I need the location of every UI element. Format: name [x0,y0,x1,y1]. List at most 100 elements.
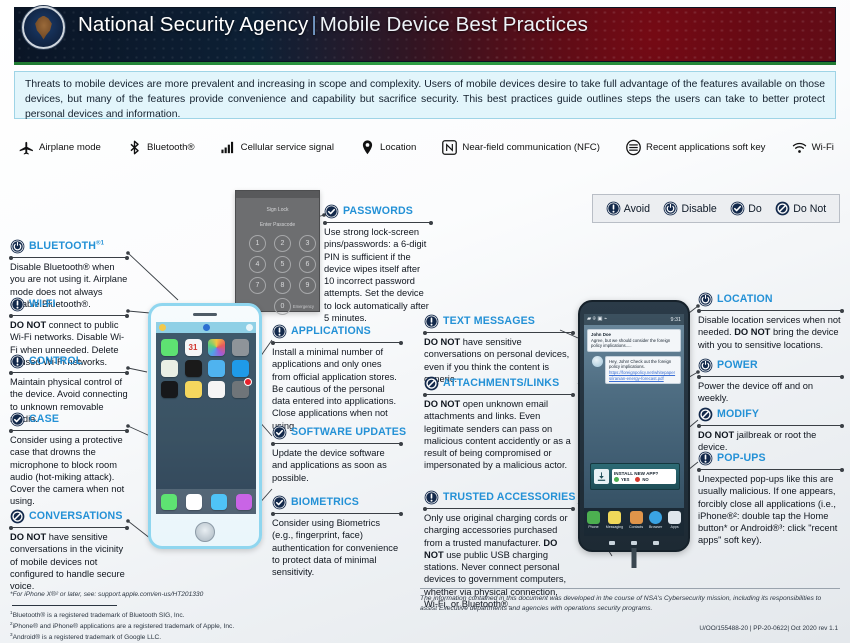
keypad-key[interactable]: 5 [274,256,291,273]
popup-yes-button[interactable]: YES [614,477,629,483]
tip-divider [9,525,129,530]
malicious-link[interactable]: https://foreignpolicy.net/whitepapers/ir… [609,370,677,381]
clock-app-icon[interactable] [184,360,202,377]
settings-badge [243,378,252,386]
install-app-popup[interactable]: INSTALL NEW APP? YES NO [590,463,680,490]
android-status-time: 9:31 [670,316,682,323]
wifi-icon [792,142,806,153]
camera-app-icon[interactable] [231,339,249,356]
maps-app-icon[interactable] [161,360,178,377]
iphone-app-grid: 31 [156,333,256,398]
safari-dock-icon[interactable] [185,493,202,510]
keypad-key[interactable]: 2 [274,235,291,252]
tip-modify: MODIFY DO NOT jailbreak or root the devi… [697,406,844,454]
tip-divider [697,374,844,379]
tip-divider [9,255,129,260]
keypad-key[interactable]: 4 [249,256,266,273]
settings-app-icon[interactable] [231,378,252,398]
footnote-text: Android® is a registered trademark of Go… [12,634,162,642]
legend-label-location: Location [380,141,417,153]
back-soft-key-icon[interactable] [609,541,615,545]
tip-text-messages-head: TEXT MESSAGES [424,313,574,329]
legend-item-nfc: Near-field communication (NFC) [441,139,600,156]
tip-divider [423,330,575,335]
do-marker-icon [730,201,745,216]
weather-app-icon[interactable] [208,360,225,377]
keypad-key[interactable]: 9 [299,277,316,294]
tip-passwords: PASSWORDS Use strong lock-screen pins/pa… [323,203,433,324]
itunes-dock-icon[interactable] [235,493,252,510]
app-store-app-icon[interactable] [231,360,249,377]
apps-dock-item[interactable]: Apps [668,511,682,529]
lockscreen-title: Sign Lock [266,207,289,213]
tip-divider [697,308,844,313]
do-marker-icon [324,204,339,218]
messaging-dock-item[interactable]: Messaging [606,511,623,529]
contacts-dock-item[interactable]: Contacts [629,511,643,529]
messages-app-icon[interactable] [161,339,178,356]
tip-wifi-head: WI-FI [10,296,128,312]
lockscreen-keypad[interactable]: 1 2 3 4 5 6 7 8 9 0 [236,228,319,315]
do-not-marker-icon [10,509,25,523]
tip-modify-emphasis: DO NOT [698,430,735,440]
stocks-app-icon[interactable] [161,381,178,398]
youtube-app-icon[interactable] [208,381,225,398]
browser-dock-label: Browser [649,525,663,529]
keypad-key[interactable]: 6 [299,256,316,273]
keypad-key[interactable]: 3 [299,235,316,252]
iphone-statusbar [156,322,256,333]
tip-divider [271,511,403,516]
contacts-dock-icon [629,511,643,524]
phone-dock-item[interactable]: Phone [586,511,600,529]
photos-app-icon[interactable] [208,339,225,356]
avoid-marker-icon [424,314,439,328]
keypad-key[interactable]: 8 [274,277,291,294]
calendar-app-icon[interactable]: 31 [184,339,202,356]
home-soft-key-icon[interactable] [631,541,637,545]
popup-no-button[interactable]: NO [635,477,649,483]
tip-conversations-emphasis: DO NOT [10,532,47,542]
key-label-do: Do [748,202,762,215]
tip-divider [9,428,129,433]
header-subtitle-text: Mobile Device Best Practices [319,13,589,36]
avoid-marker-icon [10,354,25,368]
browser-dock-item[interactable]: Browser [649,511,662,529]
tip-biometrics: BIOMETRICS Consider using Biometrics (e.… [271,494,403,578]
tip-applications-head: APPLICATIONS [272,323,402,339]
tip-trusted-accessories: TRUSTED ACCESSORIES Only use original ch… [423,489,575,610]
nsa-eagle-glyph [35,15,52,40]
tip-software-updates: SOFTWARE UPDATES Update the device softw… [271,424,406,484]
tip-divider [323,220,433,225]
tip-trusted-accessories-head: TRUSTED ACCESSORIES [424,489,575,505]
no-dot-icon [635,477,641,483]
page-title: National Security Agency | Mobile Device B… [78,13,588,37]
phone-dock-icon [586,511,600,524]
nfc-icon [442,139,458,155]
android-device-image: ▰ ⌾ ▣ ⌁ 9:31 John Doe Agree, but we shou… [578,300,690,568]
android-navbar[interactable] [580,538,688,548]
keypad-key[interactable]: 1 [249,235,266,252]
legend-label-cellular: Cellular service signal [240,141,334,153]
tip-location: LOCATION Disable location services when … [697,291,844,351]
tip-applications-body: Install a minimal number of applications… [272,347,397,431]
notes-app-icon[interactable] [184,381,202,398]
tip-attachments-emphasis: DO NOT [424,399,461,409]
iphone-home-button[interactable] [195,522,215,542]
footnote-text: iPhone® and iPhone® applications are a r… [12,623,235,631]
footnotes-left: *For iPhone X®² or later, see: support.a… [10,590,340,643]
nsa-seal-icon [22,6,65,49]
keypad-key[interactable]: 7 [249,277,266,294]
tip-attachments-body: DO NOT open unknown email attachments an… [424,398,574,472]
avoid-marker-icon [272,324,287,338]
phone-dock-label: Phone [588,525,599,529]
legend-item-bluetooth: Bluetooth® [126,139,195,156]
tip-location-body: Disable location services when not neede… [698,314,843,351]
recent-apps-soft-key-icon[interactable] [653,541,659,545]
mail-dock-icon[interactable] [210,493,227,510]
tip-power: POWER Power the device off and on weekly… [697,357,844,405]
android-dock: Phone Messaging Contacts Browser Apps [584,508,684,536]
footnote-divider [12,604,117,606]
phone-dock-icon[interactable] [160,493,177,510]
popup-no-label: NO [642,477,649,483]
lockscreen-emergency-button[interactable]: Emergency [293,304,314,309]
